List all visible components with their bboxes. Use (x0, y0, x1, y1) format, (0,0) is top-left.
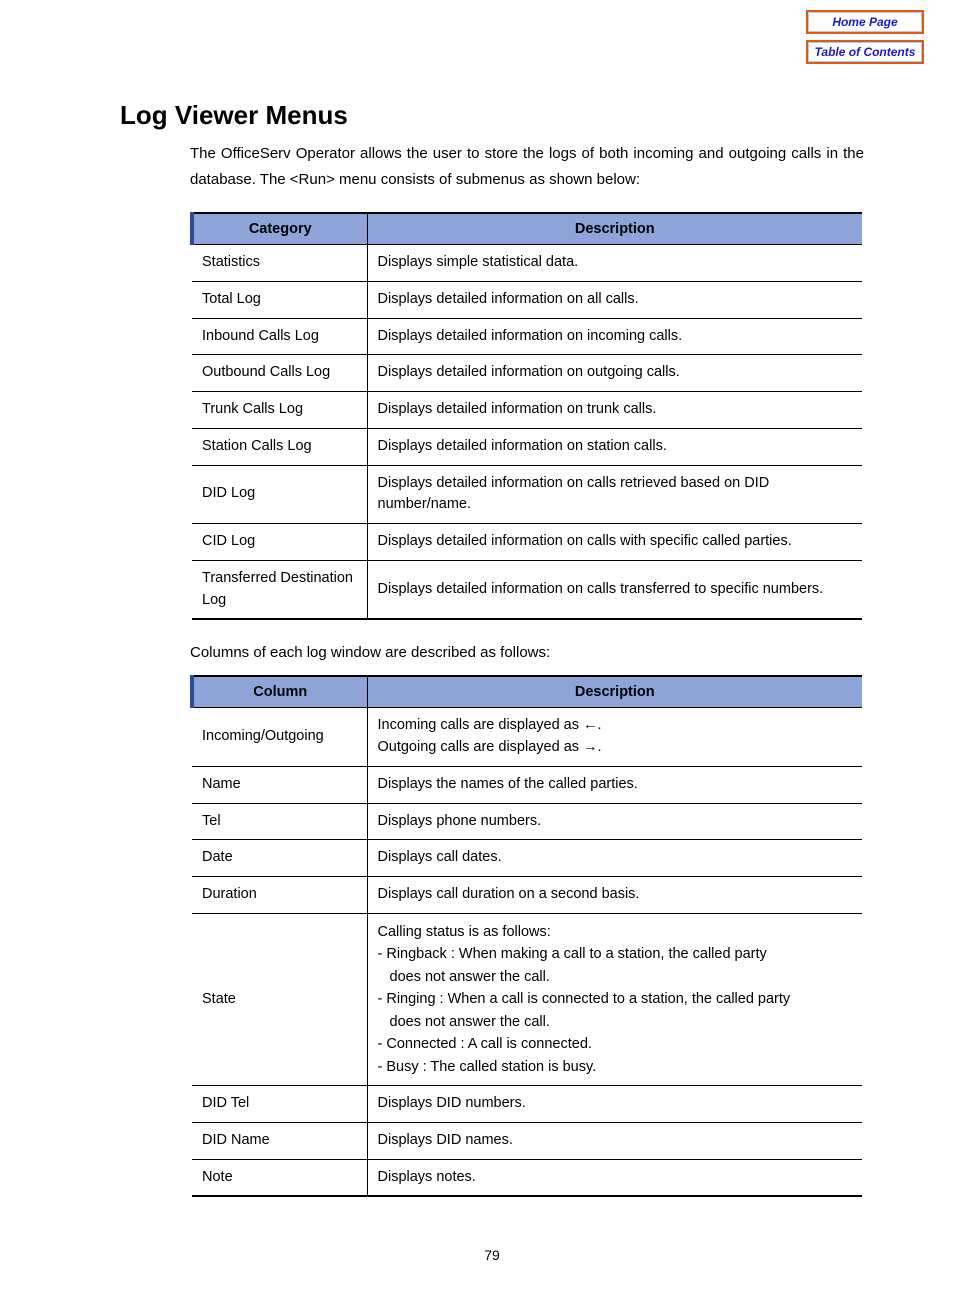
table-row: Outbound Calls LogDisplays detailed info… (192, 355, 862, 392)
cell-description: Displays DID names. (367, 1122, 862, 1159)
table-row: Incoming/OutgoingIncoming calls are disp… (192, 708, 862, 767)
cell-description: Displays detailed information on calls w… (367, 524, 862, 561)
nav-button-group: Home Page Table of Contents (806, 10, 924, 64)
document-page: Home Page Table of Contents Log Viewer M… (0, 0, 954, 1303)
cell-column: Note (192, 1159, 367, 1196)
cell-description: Displays phone numbers. (367, 803, 862, 840)
table-row: DID TelDisplays DID numbers. (192, 1086, 862, 1123)
toc-button[interactable]: Table of Contents (806, 40, 924, 64)
table-row: DurationDisplays call duration on a seco… (192, 877, 862, 914)
table-row: Inbound Calls LogDisplays detailed infor… (192, 318, 862, 355)
column-table: Column Description Incoming/OutgoingInco… (190, 675, 862, 1197)
cell-description: Displays call duration on a second basis… (367, 877, 862, 914)
cell-category: Trunk Calls Log (192, 392, 367, 429)
table-row: DID NameDisplays DID names. (192, 1122, 862, 1159)
cell-column: Incoming/Outgoing (192, 708, 367, 767)
header-description: Description (367, 676, 862, 708)
table-row: CID LogDisplays detailed information on … (192, 524, 862, 561)
intro-paragraph: The OfficeServ Operator allows the user … (190, 141, 864, 192)
header-column: Column (192, 676, 367, 708)
page-number: 79 (120, 1247, 864, 1263)
cell-description: Displays detailed information on station… (367, 428, 862, 465)
cell-column: DID Tel (192, 1086, 367, 1123)
cell-category: Total Log (192, 281, 367, 318)
cell-description: Displays detailed information on outgoin… (367, 355, 862, 392)
table-row: Station Calls LogDisplays detailed infor… (192, 428, 862, 465)
cell-description: Displays notes. (367, 1159, 862, 1196)
cell-description: Displays detailed information on trunk c… (367, 392, 862, 429)
cell-description: Displays detailed information on calls t… (367, 560, 862, 619)
table-header-row: Column Description (192, 676, 862, 708)
table-row: TelDisplays phone numbers. (192, 803, 862, 840)
cell-category: Statistics (192, 245, 367, 282)
cell-description: Displays detailed information on all cal… (367, 281, 862, 318)
cell-category: Station Calls Log (192, 428, 367, 465)
table-row: DID LogDisplays detailed information on … (192, 465, 862, 524)
page-title: Log Viewer Menus (120, 100, 864, 131)
cell-category: Transferred Destination Log (192, 560, 367, 619)
cell-column: DID Name (192, 1122, 367, 1159)
table-row: Trunk Calls LogDisplays detailed informa… (192, 392, 862, 429)
cell-description: Displays call dates. (367, 840, 862, 877)
table-row: NoteDisplays notes. (192, 1159, 862, 1196)
cell-description: Displays detailed information on incomin… (367, 318, 862, 355)
table-row: StateCalling status is as follows:- Ring… (192, 913, 862, 1085)
cell-column: Duration (192, 877, 367, 914)
cell-category: Inbound Calls Log (192, 318, 367, 355)
cell-description: Displays the names of the called parties… (367, 766, 862, 803)
table-header-row: Category Description (192, 213, 862, 245)
cell-category: DID Log (192, 465, 367, 524)
header-description: Description (367, 213, 862, 245)
home-page-button[interactable]: Home Page (806, 10, 924, 34)
cell-column: Tel (192, 803, 367, 840)
mid-paragraph: Columns of each log window are described… (190, 644, 864, 661)
table-row: DateDisplays call dates. (192, 840, 862, 877)
table-row: NameDisplays the names of the called par… (192, 766, 862, 803)
cell-description: Displays detailed information on calls r… (367, 465, 862, 524)
category-table: Category Description StatisticsDisplays … (190, 212, 862, 620)
header-category: Category (192, 213, 367, 245)
cell-description: Displays DID numbers. (367, 1086, 862, 1123)
table-row: Transferred Destination LogDisplays deta… (192, 560, 862, 619)
cell-column: Date (192, 840, 367, 877)
cell-category: Outbound Calls Log (192, 355, 367, 392)
cell-column: State (192, 913, 367, 1085)
table-row: Total LogDisplays detailed information o… (192, 281, 862, 318)
cell-column: Name (192, 766, 367, 803)
cell-description: Calling status is as follows:- Ringback … (367, 913, 862, 1085)
cell-category: CID Log (192, 524, 367, 561)
cell-description: Displays simple statistical data. (367, 245, 862, 282)
table-row: StatisticsDisplays simple statistical da… (192, 245, 862, 282)
cell-description: Incoming calls are displayed as ←.Outgoi… (367, 708, 862, 767)
